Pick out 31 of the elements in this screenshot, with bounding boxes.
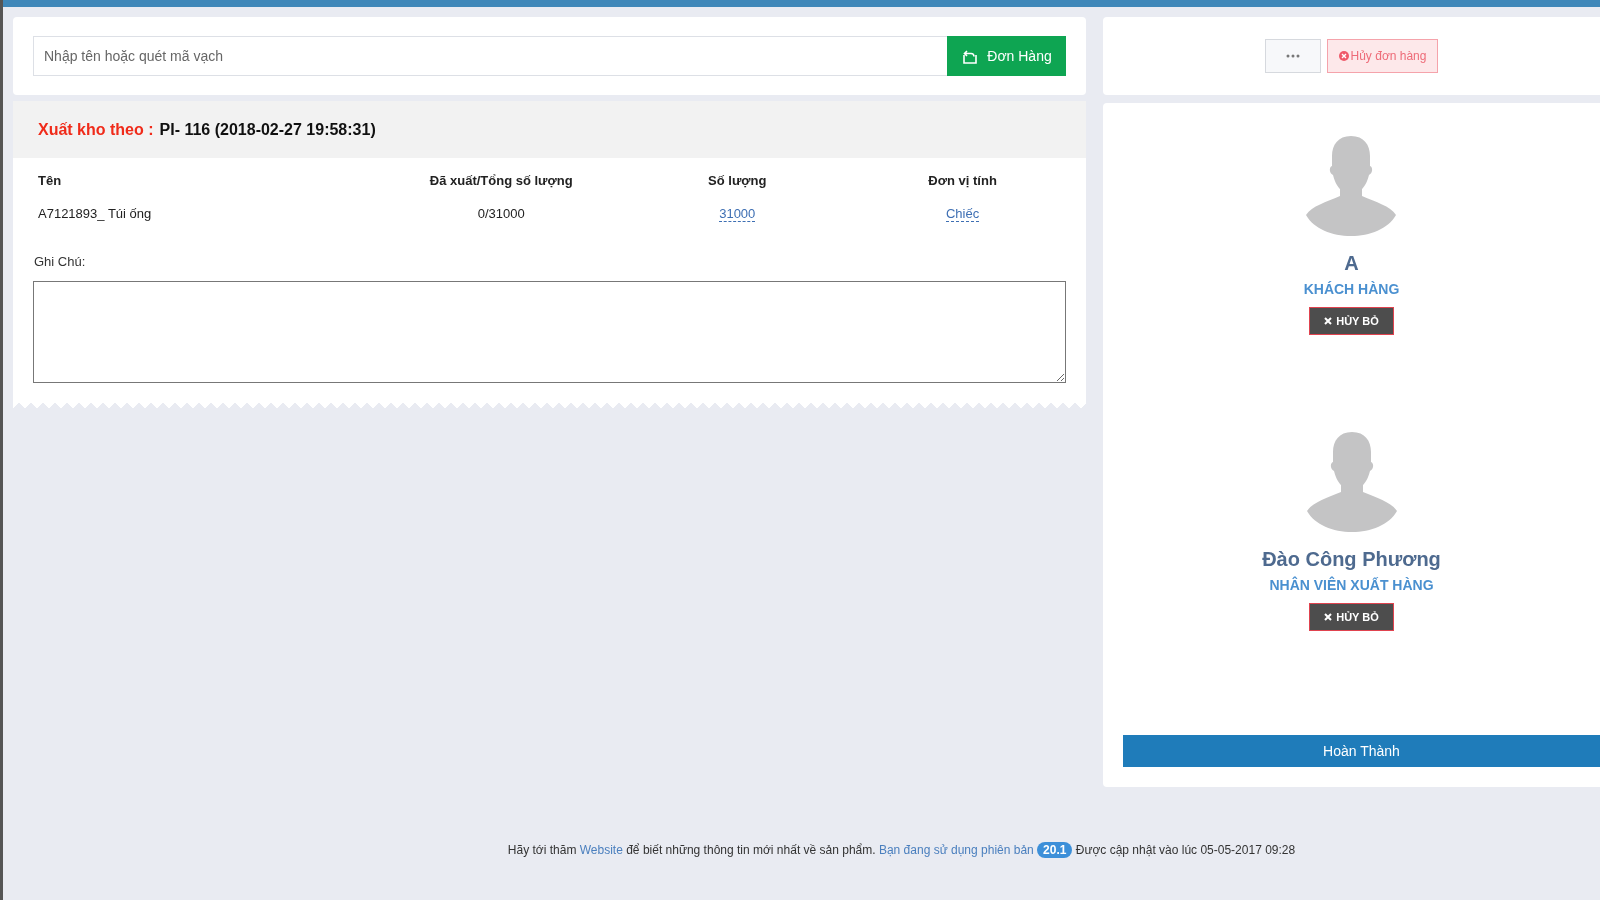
note-label: Ghi Chú: [33,253,87,271]
more-icon [1285,54,1300,58]
column-header: Đơn vị tính [928,173,997,188]
close-icon [1324,613,1333,621]
close-icon [1338,51,1349,61]
export-reference: PI- 116 (2018-02-27 19:58:31) [159,120,376,139]
cancel-button[interactable]: HỦY BỎ [1309,307,1394,335]
person-role: NHÂN VIÊN XUẤT HÀNG [1269,577,1434,593]
column-header: Số lượng [708,173,767,188]
footer-text: Hãy tới thăm Website để biết những thông tin mới nhất về sản phẩm. Bạn đang sử dụng phiên bản 20.1 Được cập nhật vào lúc 05-05-2017 09:28 [506,843,1297,857]
person-name: A [1344,252,1359,275]
order-button[interactable]: Đơn Hàng [947,36,1066,76]
unit-link[interactable]: Chiếc [945,206,980,222]
version-badge: 20.1 [1037,842,1073,858]
cancel-button[interactable]: HỦY BỎ [1309,603,1394,631]
close-icon [1324,317,1333,325]
person-name: Đào Công Phương [1262,548,1441,571]
table-cell: A7121893_ Túi ống [38,206,152,221]
column-header: Tên [38,173,62,188]
search-field[interactable]: Nhập tên hoặc quét mã vạch [33,36,947,76]
quantity-link[interactable]: 31000 [719,206,756,222]
export-label: Xuất kho theo : [38,120,154,139]
column-header: Đã xuất/Tổng số lượng [429,173,573,188]
complete-button[interactable]: Hoàn Thành [1123,735,1600,767]
table-cell: 0/31000 [477,206,525,221]
return-icon [961,47,980,65]
person-role: KHÁCH HÀNG [1303,281,1400,297]
version-link[interactable]: Bạn đang sử dụng phiên bản [878,843,1034,857]
cancel-order-button[interactable]: Hủy đơn hàng [1326,39,1439,73]
note-field[interactable] [33,281,1066,383]
website-link[interactable]: Website [579,843,623,857]
